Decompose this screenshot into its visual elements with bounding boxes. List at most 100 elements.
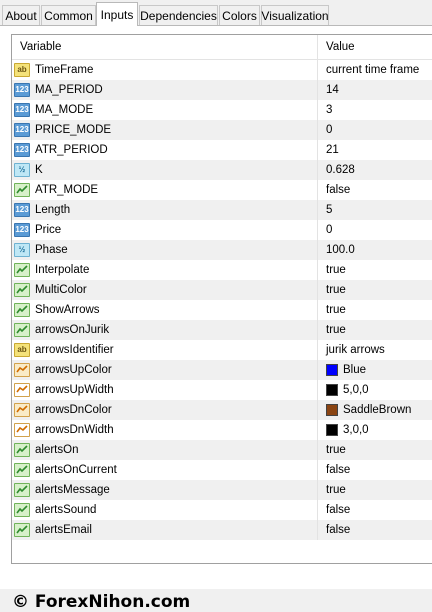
table-row[interactable]: 123 Price 0: [12, 220, 432, 240]
integer-icon: 123: [14, 143, 30, 157]
table-row[interactable]: ab arrowsIdentifier jurik arrows: [12, 340, 432, 360]
value-cell[interactable]: 3: [318, 100, 432, 120]
integer-icon: 123: [14, 223, 30, 237]
table-row[interactable]: arrowsUpWidth 5,0,0: [12, 380, 432, 400]
variable-cell: ATR_MODE: [12, 180, 318, 200]
value-cell[interactable]: false: [318, 520, 432, 540]
table-row[interactable]: ShowArrows true: [12, 300, 432, 320]
boolean-icon: [14, 463, 30, 477]
value-text: true: [326, 264, 346, 276]
column-header-value[interactable]: Value: [318, 35, 432, 59]
color-icon: [14, 403, 30, 417]
value-cell[interactable]: SaddleBrown: [318, 400, 432, 420]
value-text: true: [326, 284, 346, 296]
value-text: 0.628: [326, 164, 355, 176]
variable-cell: ½K: [12, 160, 318, 180]
value-cell[interactable]: 100.0: [318, 240, 432, 260]
table-row[interactable]: 123 MA_PERIOD 14: [12, 80, 432, 100]
value-cell[interactable]: 0.628: [318, 160, 432, 180]
color-swatch: [326, 364, 338, 376]
table-row[interactable]: 123 MA_MODE 3: [12, 100, 432, 120]
table-row[interactable]: ab TimeFrame current time frame: [12, 60, 432, 80]
value-cell[interactable]: true: [318, 480, 432, 500]
value-cell[interactable]: Blue: [318, 360, 432, 380]
boolean-icon: [14, 283, 30, 297]
value-cell[interactable]: 5: [318, 200, 432, 220]
tab-about[interactable]: About: [2, 5, 40, 25]
variable-cell: 123 ATR_PERIOD: [12, 140, 318, 160]
value-cell[interactable]: 5,0,0: [318, 380, 432, 400]
value-cell[interactable]: true: [318, 320, 432, 340]
value-cell[interactable]: true: [318, 440, 432, 460]
value-cell[interactable]: false: [318, 500, 432, 520]
tab-visualization[interactable]: Visualization: [261, 5, 329, 25]
variable-cell: arrowsOnJurik: [12, 320, 318, 340]
variable-cell: alertsEmail: [12, 520, 318, 540]
double-icon: ½: [14, 243, 30, 257]
variable-name: ATR_PERIOD: [35, 144, 108, 156]
value-text: 0: [326, 124, 333, 136]
value-cell[interactable]: 0: [318, 220, 432, 240]
value-cell[interactable]: true: [318, 300, 432, 320]
table-row[interactable]: ATR_MODE false: [12, 180, 432, 200]
value-text: 3: [326, 104, 333, 116]
variable-cell: arrowsDnWidth: [12, 420, 318, 440]
table-row[interactable]: arrowsOnJurik true: [12, 320, 432, 340]
value-cell[interactable]: false: [318, 460, 432, 480]
boolean-icon: [14, 483, 30, 497]
value-text: 0: [326, 224, 333, 236]
table-row[interactable]: 123 PRICE_MODE 0: [12, 120, 432, 140]
tab-bar: About Common Inputs Dependencies Colors …: [0, 0, 432, 27]
tab-inputs[interactable]: Inputs: [96, 2, 138, 26]
variable-name: Price: [35, 224, 62, 236]
double-icon: ½: [14, 163, 30, 177]
table-row[interactable]: ½ Phase 100.0: [12, 240, 432, 260]
variable-cell: ab TimeFrame: [12, 60, 318, 80]
value-cell[interactable]: false: [318, 180, 432, 200]
tab-colors[interactable]: Colors: [219, 5, 260, 25]
value-cell[interactable]: 14: [318, 80, 432, 100]
boolean-icon: [14, 263, 30, 277]
value-text: 21: [326, 144, 339, 156]
value-cell[interactable]: current time frame: [318, 60, 432, 80]
tab-dependencies[interactable]: Dependencies: [139, 5, 218, 25]
table-row[interactable]: ½ K 0.628: [12, 160, 432, 180]
table-row[interactable]: alertsOnCurrent false: [12, 460, 432, 480]
variable-name: MA_PERIOD: [35, 84, 103, 96]
color-swatch: [326, 424, 338, 436]
variable-cell: MultiColor: [12, 280, 318, 300]
inputs-grid: Variable Value ab TimeFrame current time f…: [11, 34, 432, 564]
boolean-icon: [14, 443, 30, 457]
value-text: jurik arrows: [326, 344, 385, 356]
table-row[interactable]: 123 Length 5: [12, 200, 432, 220]
value-cell[interactable]: 21: [318, 140, 432, 160]
value-cell[interactable]: 3,0,0: [318, 420, 432, 440]
value-cell[interactable]: true: [318, 280, 432, 300]
variable-name: PRICE_MODE: [35, 124, 112, 136]
table-row[interactable]: arrowsUpColor Blue: [12, 360, 432, 380]
variable-cell: Interpolate: [12, 260, 318, 280]
table-row[interactable]: MultiColor true: [12, 280, 432, 300]
table-row[interactable]: 123 ATR_PERIOD 21: [12, 140, 432, 160]
boolean-icon: [14, 183, 30, 197]
tab-common[interactable]: Common: [41, 5, 96, 25]
table-row[interactable]: alertsMessage true: [12, 480, 432, 500]
table-row[interactable]: alertsEmail false: [12, 520, 432, 540]
variable-name: arrowsDnWidth: [35, 424, 114, 436]
column-header-variable[interactable]: Variable: [12, 35, 318, 59]
table-row[interactable]: alertsSound false: [12, 500, 432, 520]
table-row[interactable]: arrowsDnWidth 3,0,0: [12, 420, 432, 440]
value-cell[interactable]: jurik arrows: [318, 340, 432, 360]
grid-rows: ab TimeFrame current time frame 123 MA_PERIO…: [12, 60, 432, 540]
variable-name: arrowsOnJurik: [35, 324, 110, 336]
boolean-icon: [14, 323, 30, 337]
value-cell[interactable]: true: [318, 260, 432, 280]
value-text: false: [326, 524, 351, 536]
table-row[interactable]: arrowsDnColor SaddleBrown: [12, 400, 432, 420]
value-text: 100.0: [326, 244, 355, 256]
variable-cell: 123 MA_PERIOD: [12, 80, 318, 100]
value-cell[interactable]: 0: [318, 120, 432, 140]
table-row[interactable]: alertsOn true: [12, 440, 432, 460]
variable-name: arrowsDnColor: [35, 404, 112, 416]
table-row[interactable]: Interpolate true: [12, 260, 432, 280]
